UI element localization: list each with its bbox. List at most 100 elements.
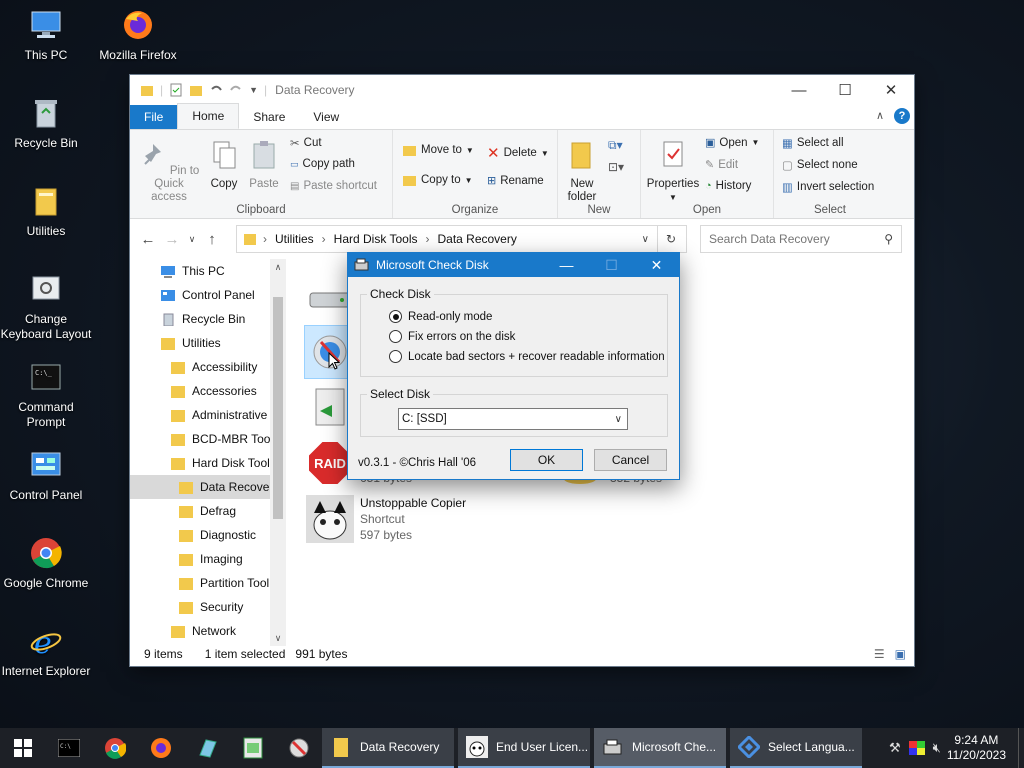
copy-path-button[interactable]: ▭ Copy path <box>290 158 355 170</box>
paste-button[interactable]: Paste <box>246 140 282 191</box>
up-arrow-icon[interactable]: ↑ <box>200 231 224 248</box>
nav-item-control-panel[interactable]: Control Panel <box>130 283 286 307</box>
dialog-close-button[interactable]: ✕ <box>634 253 679 277</box>
open-button[interactable]: ▣ Open ▼ <box>705 136 759 150</box>
scroll-up-icon[interactable]: ∧ <box>270 259 286 275</box>
tab-file[interactable]: File <box>130 105 178 129</box>
desktop-icon-utilities[interactable]: Utilities <box>0 184 92 239</box>
taskbar-app-1[interactable] <box>184 728 230 768</box>
taskbar-chrome[interactable] <box>92 728 138 768</box>
undo-icon[interactable] <box>209 83 223 97</box>
color-app-icon[interactable] <box>908 741 925 755</box>
copy-to-button[interactable]: Copy to ▼ <box>403 174 473 186</box>
nav-item-bcd-mbr-tool[interactable]: BCD-MBR Tool <box>130 427 286 451</box>
radio-button[interactable] <box>389 350 402 363</box>
task-data-recovery[interactable]: Data Recovery <box>322 728 454 768</box>
network-tool-icon[interactable]: ⚒ <box>889 740 901 756</box>
history-button[interactable]: ◔ History <box>705 180 751 192</box>
nav-item-utilities[interactable]: Utilities <box>130 331 286 355</box>
radio-fix-errors[interactable]: Fix errors on the disk <box>389 330 515 343</box>
ok-button[interactable]: OK <box>510 449 583 471</box>
radio-read-only-mode[interactable]: Read-only mode <box>389 310 492 323</box>
taskbar-app-3[interactable] <box>276 728 322 768</box>
nav-item-accessories[interactable]: Accessories <box>130 379 286 403</box>
desktop-icon-chrome[interactable]: Google Chrome <box>0 536 92 591</box>
radio-button[interactable] <box>389 330 402 343</box>
nav-item-administrative[interactable]: Administrative <box>130 403 286 427</box>
desktop-icon-this-pc[interactable]: This PC <box>0 8 92 63</box>
easy-access-icon[interactable]: ⊡▾ <box>608 160 624 174</box>
taskbar-command-prompt[interactable]: C:\ <box>46 728 92 768</box>
move-to-button[interactable]: Move to ▼ <box>403 144 474 156</box>
check-disk-dialog[interactable]: Microsoft Check Disk — ☐ ✕ Check Disk Re… <box>347 252 680 480</box>
invert-selection-button[interactable]: ▥ Invert selection <box>782 180 874 194</box>
back-arrow-icon[interactable]: ← <box>136 231 160 248</box>
nav-item-defrag[interactable]: Defrag <box>130 499 286 523</box>
tab-view[interactable]: View <box>299 105 353 129</box>
desktop-icon-control-panel[interactable]: Control Panel <box>0 448 92 503</box>
desktop-icon-recycle-bin[interactable]: Recycle Bin <box>0 96 92 151</box>
breadcrumb-utilities[interactable]: Utilities <box>275 232 314 246</box>
nav-item-partition-tool[interactable]: Partition Tool <box>130 571 286 595</box>
nav-item-imaging[interactable]: Imaging <box>130 547 286 571</box>
file-item-unstoppable-copier[interactable]: Unstoppable Copier Shortcut 597 bytes <box>306 495 466 543</box>
large-icons-view-icon[interactable]: ▣ <box>895 647 906 661</box>
cancel-button[interactable]: Cancel <box>594 449 667 471</box>
new-folder-button[interactable]: New folder <box>562 140 602 204</box>
minimize-button[interactable]: — <box>776 75 822 105</box>
radio-button[interactable] <box>389 310 402 323</box>
breadcrumb-data-recovery[interactable]: Data Recovery <box>437 232 516 246</box>
recent-locations-chevron-icon[interactable]: ∨ <box>184 234 200 245</box>
volume-muted-icon[interactable]: 🔇︎ <box>933 740 941 756</box>
start-button[interactable] <box>0 728 46 768</box>
taskbar-firefox[interactable] <box>138 728 184 768</box>
task-end-user-license[interactable]: End User Licen... <box>458 728 590 768</box>
tab-share[interactable]: Share <box>239 105 299 129</box>
nav-scrollbar[interactable]: ∧ ∨ <box>270 259 286 646</box>
redo-icon[interactable] <box>229 83 243 97</box>
collapse-ribbon-icon[interactable]: ∧ <box>876 109 884 122</box>
task-select-language[interactable]: Select Langua... <box>730 728 862 768</box>
show-desktop-button[interactable] <box>1018 728 1024 768</box>
taskbar-app-2[interactable] <box>230 728 276 768</box>
forward-arrow-icon[interactable]: → <box>160 231 184 248</box>
paste-shortcut-button[interactable]: ▤ Paste shortcut <box>290 180 377 192</box>
maximize-button[interactable]: ☐ <box>822 75 868 105</box>
task-microsoft-check-disk[interactable]: Microsoft Che... <box>594 728 726 768</box>
nav-item-diagnostic[interactable]: Diagnostic <box>130 523 286 547</box>
close-button[interactable]: ✕ <box>868 75 914 105</box>
address-box[interactable]: › Utilities › Hard Disk Tools › Data Rec… <box>236 225 658 253</box>
copy-button[interactable]: Copy <box>206 140 242 191</box>
help-icon[interactable]: ? <box>894 108 910 124</box>
new-item-icon[interactable]: ⧉▾ <box>608 138 623 153</box>
nav-item-recycle-bin[interactable]: Recycle Bin <box>130 307 286 331</box>
select-all-button[interactable]: ▦ Select all <box>782 136 844 150</box>
dialog-maximize-button[interactable]: ☐ <box>589 253 634 277</box>
pin-quick-access-button[interactable]: Pin to Quick access <box>136 140 202 204</box>
desktop-icon-keyboard-layout[interactable]: Change Keyboard Layout <box>0 272 92 342</box>
radio-locate-bad-sectors[interactable]: Locate bad sectors + recover readable in… <box>389 350 665 363</box>
search-box[interactable]: ⚲ <box>700 225 902 253</box>
dialog-titlebar[interactable]: Microsoft Check Disk — ☐ ✕ <box>348 253 679 277</box>
breadcrumb-hard-disk-tools[interactable]: Hard Disk Tools <box>334 232 418 246</box>
nav-item-security[interactable]: Security <box>130 595 286 619</box>
scroll-thumb[interactable] <box>273 297 283 519</box>
dialog-minimize-button[interactable]: — <box>544 253 589 277</box>
cut-button[interactable]: ✂ Cut <box>290 136 322 150</box>
nav-item-this-pc[interactable]: This PC <box>130 259 286 283</box>
nav-item-network[interactable]: Network <box>130 619 286 643</box>
nav-item-accessibility[interactable]: Accessibility <box>130 355 286 379</box>
search-input[interactable] <box>707 231 871 247</box>
nav-item-hard-disk-tools[interactable]: Hard Disk Tools <box>130 451 286 475</box>
refresh-icon[interactable]: ↻ <box>656 225 687 253</box>
edit-button[interactable]: ✎ Edit <box>705 158 738 172</box>
details-view-icon[interactable]: ☰ <box>874 647 885 661</box>
tab-home[interactable]: Home <box>177 103 240 129</box>
desktop-icon-internet-explorer[interactable]: e Internet Explorer <box>0 624 92 679</box>
window-titlebar[interactable]: | ▼ | Data Recovery — ☐ ✕ <box>130 75 914 105</box>
properties-button[interactable]: Properties ▼ <box>645 140 701 204</box>
address-dropdown-icon[interactable]: ∨ <box>642 234 649 245</box>
new-folder-icon[interactable] <box>189 83 203 97</box>
rename-button[interactable]: ⊞ Rename <box>487 174 544 188</box>
delete-button[interactable]: ✕ Delete ▼ <box>487 144 549 162</box>
